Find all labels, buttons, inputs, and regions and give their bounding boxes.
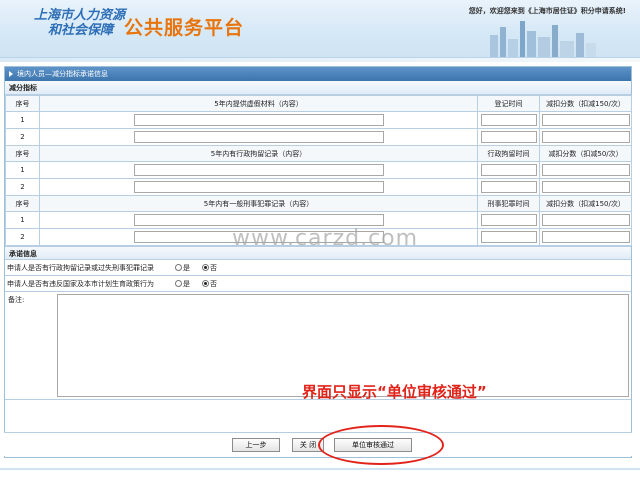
input-cell xyxy=(39,111,478,129)
time-input[interactable] xyxy=(480,231,537,243)
table-row: 1 xyxy=(5,111,632,129)
logo-line-2: 和社会保障 xyxy=(48,23,114,38)
input-cell xyxy=(539,211,632,229)
no-label: 否 xyxy=(210,263,217,272)
no-label: 否 xyxy=(210,279,217,288)
input-cell xyxy=(539,128,632,146)
pledge-1-yes-option[interactable]: 是 xyxy=(175,260,190,276)
input-cell xyxy=(39,128,478,146)
panel-titlebar: 境内人员—减分指标承诺信息 xyxy=(5,67,631,81)
score-input[interactable] xyxy=(542,164,630,176)
pledge-question-2: 申请人是否有违反国家及本市计划生育政策行为 xyxy=(7,279,154,288)
triangle-right-icon xyxy=(9,71,13,77)
score-input[interactable] xyxy=(542,231,630,243)
column-header: 登记时间 xyxy=(477,95,540,112)
footer-line xyxy=(0,468,640,470)
input-cell xyxy=(39,161,478,179)
column-header: 减扣分数（扣减150/次） xyxy=(539,95,632,112)
deduction-header-row: 序号 5年内有行政拘留记录（内容） 行政拘留时间 减扣分数（扣减50/次） xyxy=(5,145,632,162)
content-input[interactable] xyxy=(133,164,384,176)
pledge-2-no-option[interactable]: 否 xyxy=(202,276,217,292)
row-number: 1 xyxy=(5,111,40,129)
pledge-row-2: 申请人是否有违反国家及本市计划生育政策行为 是 否 xyxy=(5,276,631,292)
radio-selected-icon[interactable] xyxy=(202,264,209,271)
welcome-text: 您好，欢迎您来到《上海市居住证》积分申请系统! xyxy=(468,7,626,15)
logo: 上海市人力资源 和社会保障 xyxy=(34,8,125,38)
pledge-row-1: 申请人是否有行政拘留记录或过失刑事犯罪记录 是 否 xyxy=(5,260,631,276)
time-input[interactable] xyxy=(480,131,537,143)
input-cell xyxy=(539,178,632,196)
time-input[interactable] xyxy=(480,114,537,126)
row-number: 1 xyxy=(5,161,40,179)
radio-selected-icon[interactable] xyxy=(202,280,209,287)
time-input[interactable] xyxy=(480,214,537,226)
input-cell xyxy=(477,128,540,146)
remarks-label: 备注: xyxy=(8,296,25,304)
score-input[interactable] xyxy=(542,181,630,193)
deduction-header-row: 序号 5年内有一般刑事犯罪记录（内容） 刑事犯罪时间 减扣分数（扣减150/次） xyxy=(5,195,632,212)
deduction-header-row: 序号 5年内提供虚假材料（内容） 登记时间 减扣分数（扣减150/次） xyxy=(5,95,632,112)
input-cell xyxy=(539,228,632,246)
deduction-table: 序号 5年内提供虚假材料（内容） 登记时间 减扣分数（扣减150/次） 1 2 序号 5年内有… xyxy=(5,95,632,246)
input-cell xyxy=(539,111,632,129)
content-input[interactable] xyxy=(133,114,384,126)
time-input[interactable] xyxy=(480,164,537,176)
content-input[interactable] xyxy=(133,214,384,226)
score-input[interactable] xyxy=(542,214,630,226)
pledge-1-no-option[interactable]: 否 xyxy=(202,260,217,276)
column-header: 序号 xyxy=(5,145,40,162)
column-header: 减扣分数（扣减150/次） xyxy=(539,195,632,212)
input-cell xyxy=(477,211,540,229)
content-input[interactable] xyxy=(133,131,384,143)
platform-title: 公共服务平台 xyxy=(124,17,245,39)
column-header: 减扣分数（扣减50/次） xyxy=(539,145,632,162)
city-skyline-icon xyxy=(490,21,596,57)
table-row: 1 xyxy=(5,161,632,179)
time-input[interactable] xyxy=(480,181,537,193)
column-header: 5年内有行政拘留记录（内容） xyxy=(39,145,478,162)
input-cell xyxy=(539,161,632,179)
pledge-2-yes-option[interactable]: 是 xyxy=(175,276,190,292)
content-input[interactable] xyxy=(133,181,384,193)
input-cell xyxy=(39,178,478,196)
score-input[interactable] xyxy=(542,114,630,126)
column-header: 行政拘留时间 xyxy=(477,145,540,162)
column-header: 5年内提供虚假材料（内容） xyxy=(39,95,478,112)
annotation-text: 界面只显示“单位审核通过” xyxy=(302,383,487,401)
table-row: 2 xyxy=(5,178,632,196)
input-cell xyxy=(477,111,540,129)
watermark: www.carzd.com xyxy=(232,226,419,251)
row-number: 1 xyxy=(5,211,40,229)
input-cell xyxy=(477,178,540,196)
deduction-section-title: 减分指标 xyxy=(5,81,631,95)
column-header: 刑事犯罪时间 xyxy=(477,195,540,212)
pledge-question-1: 申请人是否有行政拘留记录或过失刑事犯罪记录 xyxy=(7,263,154,272)
row-number: 2 xyxy=(5,228,40,246)
radio-icon[interactable] xyxy=(175,264,182,271)
radio-icon[interactable] xyxy=(175,280,182,287)
header-separator xyxy=(0,58,640,62)
logo-line-1: 上海市人力资源 xyxy=(34,8,126,23)
column-header: 序号 xyxy=(5,195,40,212)
score-input[interactable] xyxy=(542,131,630,143)
column-header: 序号 xyxy=(5,95,40,112)
prev-button[interactable]: 上一步 xyxy=(232,438,280,452)
row-number: 2 xyxy=(5,178,40,196)
yes-label: 是 xyxy=(183,263,190,272)
column-header: 5年内有一般刑事犯罪记录（内容） xyxy=(39,195,478,212)
table-row: 2 xyxy=(5,128,632,146)
input-cell xyxy=(477,161,540,179)
highlight-ellipse xyxy=(318,425,444,465)
yes-label: 是 xyxy=(183,279,190,288)
site-header: 上海市人力资源 和社会保障 公共服务平台 您好，欢迎您来到《上海市居住证》积分申… xyxy=(0,0,640,58)
row-number: 2 xyxy=(5,128,40,146)
input-cell xyxy=(477,228,540,246)
panel-title: 境内人员—减分指标承诺信息 xyxy=(17,70,108,78)
